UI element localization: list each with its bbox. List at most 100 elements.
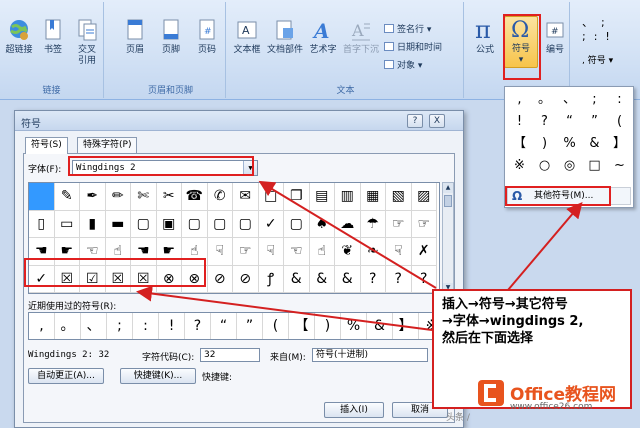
symbol-cell[interactable]: ✄ bbox=[131, 183, 157, 211]
symbol-cell[interactable]: ☝ bbox=[105, 238, 131, 266]
symbol-cell[interactable]: ☁ bbox=[335, 210, 361, 238]
scroll-up-icon[interactable]: ▲ bbox=[443, 183, 453, 193]
dropdown-symbol-cell[interactable]: 、 bbox=[557, 89, 582, 111]
object-button[interactable]: 对象 ▾ bbox=[384, 60, 422, 72]
date-time-button[interactable]: 日期和时间 bbox=[384, 42, 442, 54]
symbol-cell[interactable]: ? bbox=[386, 265, 412, 293]
footer-button[interactable]: 页脚 bbox=[154, 18, 188, 56]
char-code-input[interactable]: 32 bbox=[200, 348, 260, 362]
recent-symbol-cell[interactable]: “ bbox=[211, 313, 237, 339]
recent-symbol-cell[interactable]: ( bbox=[263, 313, 289, 339]
symbol-cell[interactable]: ⊘ bbox=[233, 265, 259, 293]
recent-symbol-cell[interactable]: ; bbox=[107, 313, 133, 339]
symbol-cell[interactable]: ✆ bbox=[207, 183, 233, 211]
symbol-cell[interactable]: ☚ bbox=[29, 238, 55, 266]
dropdown-symbol-cell[interactable]: 。 bbox=[532, 89, 557, 111]
recent-symbol-cell[interactable]: % bbox=[341, 313, 367, 339]
symbol-cell[interactable]: ❐ bbox=[284, 183, 310, 211]
chevron-down-icon[interactable]: ▼ bbox=[243, 161, 257, 175]
equation-button[interactable]: π 公式 bbox=[468, 18, 502, 56]
symbol-gallery-mini[interactable]: 、; ;:! , 符号 ▾ bbox=[582, 16, 638, 68]
dropdown-symbol-cell[interactable]: & bbox=[582, 133, 607, 155]
symbol-cell[interactable]: ♠ bbox=[309, 210, 335, 238]
symbol-cell[interactable]: ☝ bbox=[309, 238, 335, 266]
symbol-cell[interactable]: ☛ bbox=[156, 238, 182, 266]
symbol-cell[interactable]: ☟ bbox=[386, 238, 412, 266]
symbol-cell[interactable]: □ bbox=[258, 183, 284, 211]
symbol-cell[interactable]: ▢ bbox=[233, 210, 259, 238]
symbol-cell[interactable]: ✗ bbox=[411, 238, 437, 266]
recent-symbol-cell[interactable]: 】 bbox=[393, 313, 419, 339]
symbol-cell[interactable]: ✓ bbox=[258, 210, 284, 238]
dropdown-symbol-cell[interactable]: ※ bbox=[507, 155, 532, 177]
numbering-button[interactable]: # 编号 bbox=[538, 18, 572, 56]
dropdown-symbol-cell[interactable]: : bbox=[607, 89, 632, 111]
symbol-cell[interactable]: ⊘ bbox=[207, 265, 233, 293]
symbol-cell[interactable]: ▣ bbox=[156, 210, 182, 238]
dropdown-symbol-cell[interactable]: ! bbox=[507, 111, 532, 133]
dropdown-symbol-cell[interactable]: 【 bbox=[507, 133, 532, 155]
symbol-grid[interactable]: ✎ ✒ ✏ ✄ ✂ ☎ ✆ ✉ □ ❐ ▤ ▥ ▦ ▧ ▨ ▯ ▭ ▮ ▬ ▢ ▣ ▢ ▢ ▢ ✓ ▢ ♠ ☁ ☂ ☞ ☞ ☚ ☛ ☜ ☝ ☚ ☛ ☝ ☟ ☞… bbox=[28, 182, 440, 294]
font-select[interactable]: Wingdings 2 ▼ bbox=[72, 160, 258, 176]
signature-line-button[interactable]: 签名行 ▾ bbox=[384, 24, 431, 36]
symbol-cell[interactable]: ☒ bbox=[131, 265, 157, 293]
symbol-cell[interactable]: ▢ bbox=[207, 210, 233, 238]
dropdown-symbol-cell[interactable]: ○ bbox=[532, 155, 557, 177]
dropdown-symbol-cell[interactable]: □ bbox=[582, 155, 607, 177]
symbol-cell[interactable]: ☜ bbox=[80, 238, 106, 266]
symbol-cell-selected[interactable] bbox=[29, 183, 55, 211]
symbol-cell[interactable]: ▬ bbox=[105, 210, 131, 238]
dropdown-symbol-cell[interactable]: , bbox=[507, 89, 532, 111]
recent-symbol-cell[interactable]: ? bbox=[185, 313, 211, 339]
header-button[interactable]: 页眉 bbox=[118, 18, 152, 56]
symbol-cell[interactable]: ✉ bbox=[233, 183, 259, 211]
symbol-cell[interactable]: ☑ bbox=[80, 265, 106, 293]
symbol-cell[interactable]: ☒ bbox=[54, 265, 80, 293]
symbol-cell[interactable]: ⊗ bbox=[182, 265, 208, 293]
help-button[interactable]: ? bbox=[407, 114, 423, 128]
symbol-button[interactable]: Ω 符号 ▾ bbox=[504, 16, 538, 68]
symbol-cell[interactable]: ▥ bbox=[335, 183, 361, 211]
symbol-cell[interactable]: ❦ bbox=[335, 238, 361, 266]
more-symbols-button[interactable]: Ω 其他符号(M)... bbox=[507, 187, 631, 205]
recent-symbol-cell[interactable]: 、 bbox=[81, 313, 107, 339]
tab-symbols[interactable]: 符号(S) bbox=[25, 137, 68, 154]
symbol-cell[interactable]: ▯ bbox=[29, 210, 55, 238]
symbol-cell[interactable]: ☞ bbox=[233, 238, 259, 266]
dropdown-symbol-cell[interactable]: 】 bbox=[607, 133, 632, 155]
symbol-cell[interactable]: ▭ bbox=[54, 210, 80, 238]
recent-symbols-grid[interactable]: ,。、;:!?“”(【)%&】※ bbox=[28, 312, 445, 340]
symbol-cell[interactable]: ✓ bbox=[29, 265, 55, 293]
dropdown-symbol-cell[interactable]: ◎ bbox=[557, 155, 582, 177]
scroll-thumb[interactable] bbox=[444, 195, 452, 207]
quick-parts-button[interactable]: 文档部件 bbox=[266, 18, 304, 56]
recent-symbol-cell[interactable]: : bbox=[133, 313, 159, 339]
textbox-button[interactable]: A 文本框 bbox=[230, 18, 264, 56]
symbol-cell[interactable]: ☞ bbox=[386, 210, 412, 238]
dropdown-symbol-cell[interactable]: ( bbox=[607, 111, 632, 133]
dropdown-symbol-cell[interactable]: ; bbox=[582, 89, 607, 111]
shortcut-key-button[interactable]: 快捷键(K)... bbox=[120, 368, 196, 384]
recent-symbol-cell[interactable]: , bbox=[29, 313, 55, 339]
wordart-button[interactable]: A 艺术字 bbox=[306, 18, 340, 56]
symbol-cell[interactable]: ✎ bbox=[54, 183, 80, 211]
autocorrect-button[interactable]: 自动更正(A)... bbox=[28, 368, 104, 384]
symbol-cell[interactable]: ▮ bbox=[80, 210, 106, 238]
dropdown-symbol-cell[interactable]: ” bbox=[582, 111, 607, 133]
dropdown-symbol-cell[interactable]: % bbox=[557, 133, 582, 155]
symbol-cell[interactable]: ▢ bbox=[284, 210, 310, 238]
symbol-cell[interactable]: ? bbox=[360, 265, 386, 293]
recent-symbol-cell[interactable]: 。 bbox=[55, 313, 81, 339]
dropdown-symbol-cell[interactable]: ~ bbox=[607, 155, 632, 177]
cross-reference-button[interactable]: 交叉 引用 bbox=[70, 18, 104, 67]
recent-symbol-cell[interactable]: ) bbox=[315, 313, 341, 339]
symbol-cell[interactable]: & bbox=[335, 265, 361, 293]
symbol-cell[interactable]: ☚ bbox=[131, 238, 157, 266]
dropdown-symbol-cell[interactable]: ) bbox=[532, 133, 557, 155]
mini-symbol-button[interactable]: , 符号 ▾ bbox=[582, 54, 638, 68]
symbol-cell[interactable]: & bbox=[309, 265, 335, 293]
tab-special-characters[interactable]: 特殊字符(P) bbox=[77, 137, 138, 153]
symbol-cell[interactable]: ☒ bbox=[105, 265, 131, 293]
symbol-cell[interactable]: ☝ bbox=[182, 238, 208, 266]
page-number-button[interactable]: # 页码 bbox=[190, 18, 224, 56]
